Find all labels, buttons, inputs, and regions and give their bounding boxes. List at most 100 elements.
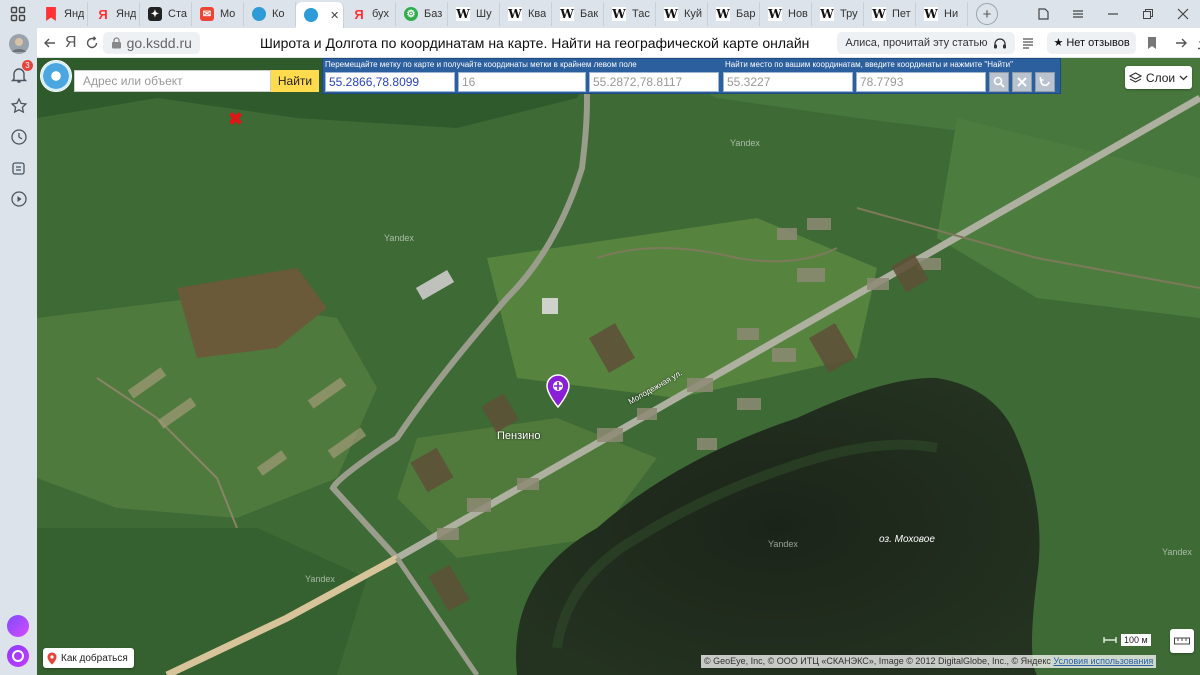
reviews-label: Нет отзывов	[1066, 36, 1130, 49]
village-label: Пензино	[497, 430, 541, 442]
coordinate-pin-icon[interactable]	[546, 374, 570, 413]
browser-tab-label: Куй	[684, 8, 703, 20]
notifications-badge: 3	[22, 60, 33, 71]
browser-tab[interactable]: ⚙ Баз	[396, 2, 448, 26]
marker-hint: Перемещайте метку по карте и получайте к…	[325, 60, 637, 69]
zoom-field[interactable]: 16	[458, 72, 586, 92]
wikipedia-icon: W	[508, 7, 522, 21]
terms-link[interactable]: Условия использования	[1053, 656, 1153, 666]
browser-tab-label: Бар	[736, 8, 756, 20]
yandex-logo-icon[interactable]: Я	[65, 30, 77, 56]
browser-tab[interactable]: W Куй	[656, 2, 708, 26]
browser-tab[interactable]: W Ква	[500, 2, 552, 26]
browser-tab[interactable]: ✦ Ста	[140, 2, 192, 26]
lake-label: оз. Моховое	[879, 534, 935, 545]
alisa-read-button[interactable]: Алиса, прочитай эту статью	[837, 31, 1016, 54]
avatar[interactable]	[6, 31, 31, 56]
reviews-button[interactable]: ★ Нет отзывов	[1047, 31, 1136, 54]
directions-button[interactable]: Как добраться	[43, 648, 134, 668]
headphones-icon	[994, 37, 1007, 48]
latitude-input[interactable]: 55.3227	[723, 72, 853, 92]
wikipedia-icon: W	[768, 7, 782, 21]
browser-tab[interactable]: Я Янд	[88, 2, 140, 26]
wikipedia-icon: W	[664, 7, 678, 21]
marker-coords-field[interactable]: 55.2866,78.8099	[325, 72, 455, 92]
tab-list-icon[interactable]	[1025, 0, 1060, 28]
browser-tab-label: Бак	[580, 8, 599, 20]
zen-icon: ✦	[148, 7, 162, 21]
refresh-icon[interactable]	[1035, 72, 1055, 92]
browser-tab-label: бух	[372, 8, 390, 20]
browser-tab-label: Ни	[944, 8, 959, 20]
browser-tab[interactable]: ✉ Mo	[192, 2, 244, 26]
browser-tab[interactable]: W Бак	[552, 2, 604, 26]
browser-tab[interactable]: Янд	[36, 2, 88, 26]
close-tab-icon[interactable]: ✕	[330, 9, 339, 22]
browser-tab[interactable]: W Шу	[448, 2, 500, 26]
back-arrow-icon[interactable]	[43, 30, 57, 56]
reload-icon[interactable]	[85, 30, 99, 56]
layers-label: Слои	[1145, 70, 1176, 85]
mail-icon: ✉	[200, 7, 214, 21]
browser-tab-label: Тру	[840, 8, 858, 20]
map-scale: 100 м	[1103, 631, 1151, 649]
browser-tab[interactable]: I✕	[296, 2, 344, 28]
bookmarks-menu-icon[interactable]	[1060, 0, 1095, 28]
wikipedia-icon: W	[560, 7, 574, 21]
browser-tab[interactable]: W Тру	[812, 2, 864, 26]
satellite-imagery	[37, 58, 1200, 675]
alisa-read-label: Алиса, прочитай эту статью	[845, 36, 988, 49]
satellite-map[interactable]: Адрес или объект Найти Перемещайте метку…	[37, 58, 1200, 675]
wikipedia-icon: W	[716, 7, 730, 21]
red-cross-marker[interactable]: ✖	[228, 109, 243, 130]
reader-mode-icon[interactable]	[1021, 31, 1035, 55]
browser-tab[interactable]: W Пет	[864, 2, 916, 26]
browser-tab[interactable]: W Нов	[760, 2, 812, 26]
layers-button[interactable]: Слои	[1125, 66, 1192, 89]
browser-tab[interactable]: W Ни	[916, 2, 968, 26]
map-search-input[interactable]: Адрес или объект	[74, 70, 271, 92]
minimize-icon[interactable]	[1095, 0, 1130, 28]
clear-x-icon[interactable]	[1012, 72, 1032, 92]
browser-tab[interactable]: W Тас	[604, 2, 656, 26]
ruler-icon[interactable]	[1170, 629, 1194, 653]
browser-tab-label: Шу	[476, 8, 492, 20]
collections-icon[interactable]	[6, 155, 31, 180]
browser-tab[interactable]: Ябух	[344, 2, 396, 26]
browser-tab[interactable]: W Бар	[708, 2, 760, 26]
browser-tab[interactable]: Ко	[244, 2, 296, 26]
alice-assistant-icon[interactable]	[7, 645, 29, 667]
tabs-grid-icon[interactable]	[0, 0, 36, 28]
url-field[interactable]: go.ksdd.ru	[102, 31, 200, 54]
notifications-bell-icon[interactable]: 3	[6, 60, 33, 87]
bookmark-icon[interactable]	[1146, 31, 1158, 55]
history-clock-icon[interactable]	[6, 124, 31, 149]
yandex-icon: Я	[354, 6, 364, 22]
directions-label: Как добраться	[61, 652, 128, 664]
wikipedia-icon: W	[924, 7, 938, 21]
scale-bar-icon	[1103, 637, 1117, 643]
share-icon[interactable]	[1174, 31, 1190, 55]
new-tab-button[interactable]: +	[976, 3, 998, 25]
longitude-input[interactable]: 78.7793	[856, 72, 986, 92]
browser-tab-label: Янд	[116, 8, 137, 20]
sidebar: 3	[0, 28, 37, 675]
find-search-icon[interactable]	[989, 72, 1009, 92]
browser-tab-label: Тас	[632, 8, 650, 20]
wikipedia-icon: W	[820, 7, 834, 21]
browser-tab-label: Mo	[220, 8, 236, 20]
restore-icon[interactable]	[1130, 0, 1165, 28]
address-bar: Я go.ksdd.ru Широта и Долгота по координ…	[37, 28, 1200, 58]
page-title: Широта и Долгота по координатам на карте…	[259, 34, 810, 51]
favorites-star-icon[interactable]	[6, 93, 31, 118]
site-logo-icon[interactable]	[40, 60, 72, 92]
corner-coords-field[interactable]: 55.2872,78.8117	[589, 72, 719, 92]
video-play-icon[interactable]	[6, 186, 31, 211]
map-search-button[interactable]: Найти	[271, 70, 319, 92]
gear-green-icon: ⚙	[404, 7, 418, 21]
download-icon[interactable]	[1196, 31, 1200, 55]
browser-tab-label: Янд	[64, 8, 85, 20]
close-window-icon[interactable]	[1165, 0, 1200, 28]
browser-tab-label: Ква	[528, 8, 547, 20]
messenger-icon[interactable]	[7, 615, 29, 637]
